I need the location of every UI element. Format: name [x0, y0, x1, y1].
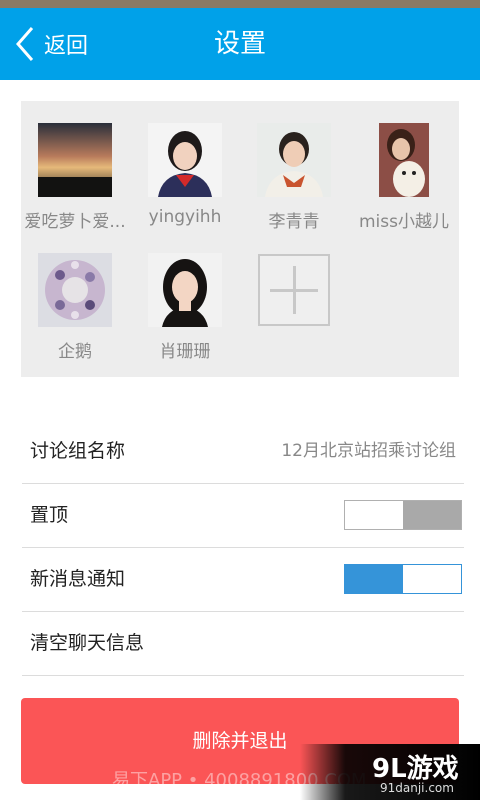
- avatar: [379, 123, 429, 197]
- notify-label: 新消息通知: [30, 568, 126, 590]
- member-name: 李青青: [268, 212, 320, 232]
- pin-toggle[interactable]: [344, 500, 462, 530]
- add-member-button[interactable]: [258, 254, 330, 326]
- avatar: [38, 123, 112, 197]
- member-name: 爱吃萝卜爱...: [24, 212, 126, 232]
- notify-toggle[interactable]: [344, 564, 462, 594]
- member-name: 企鹅: [58, 342, 92, 362]
- member-item[interactable]: miss小越儿: [350, 101, 458, 232]
- member-name: 肖珊珊: [159, 342, 211, 362]
- member-item[interactable]: 李青青: [240, 101, 348, 232]
- member-item[interactable]: 爱吃萝卜爱...: [21, 101, 129, 232]
- top-bar: 返回 设置: [0, 8, 480, 80]
- member-item[interactable]: 肖珊珊: [131, 231, 239, 362]
- pin-row: 置顶: [22, 483, 464, 548]
- member-name: miss小越儿: [359, 212, 449, 232]
- group-name-row[interactable]: 讨论组名称 12月北京站招乘讨论组: [22, 419, 464, 484]
- member-item[interactable]: yingyihh: [131, 101, 239, 227]
- group-name-value: 12月北京站招乘讨论组: [281, 441, 456, 461]
- member-grid: 爱吃萝卜爱... yingyihh 李青青 miss小越儿 企鹅 肖珊珊: [21, 101, 459, 377]
- avatar: [38, 253, 112, 327]
- avatar: [148, 253, 222, 327]
- avatar: [148, 123, 222, 197]
- member-item[interactable]: 企鹅: [21, 231, 129, 362]
- notify-row: 新消息通知: [22, 547, 464, 612]
- group-name-label: 讨论组名称: [30, 440, 126, 462]
- watermark-logo: 9L游戏 91danji.com: [300, 744, 480, 800]
- watermark-brand: 9L游戏: [372, 754, 459, 784]
- clear-history-row[interactable]: 清空聊天信息: [22, 611, 464, 676]
- clear-history-label: 清空聊天信息: [30, 632, 145, 654]
- status-bar: [0, 0, 480, 8]
- avatar: [257, 123, 331, 197]
- member-name: yingyihh: [148, 207, 222, 227]
- page-title: 设置: [213, 29, 266, 59]
- pin-label: 置顶: [30, 504, 69, 526]
- watermark-url: 91danji.com: [380, 781, 454, 795]
